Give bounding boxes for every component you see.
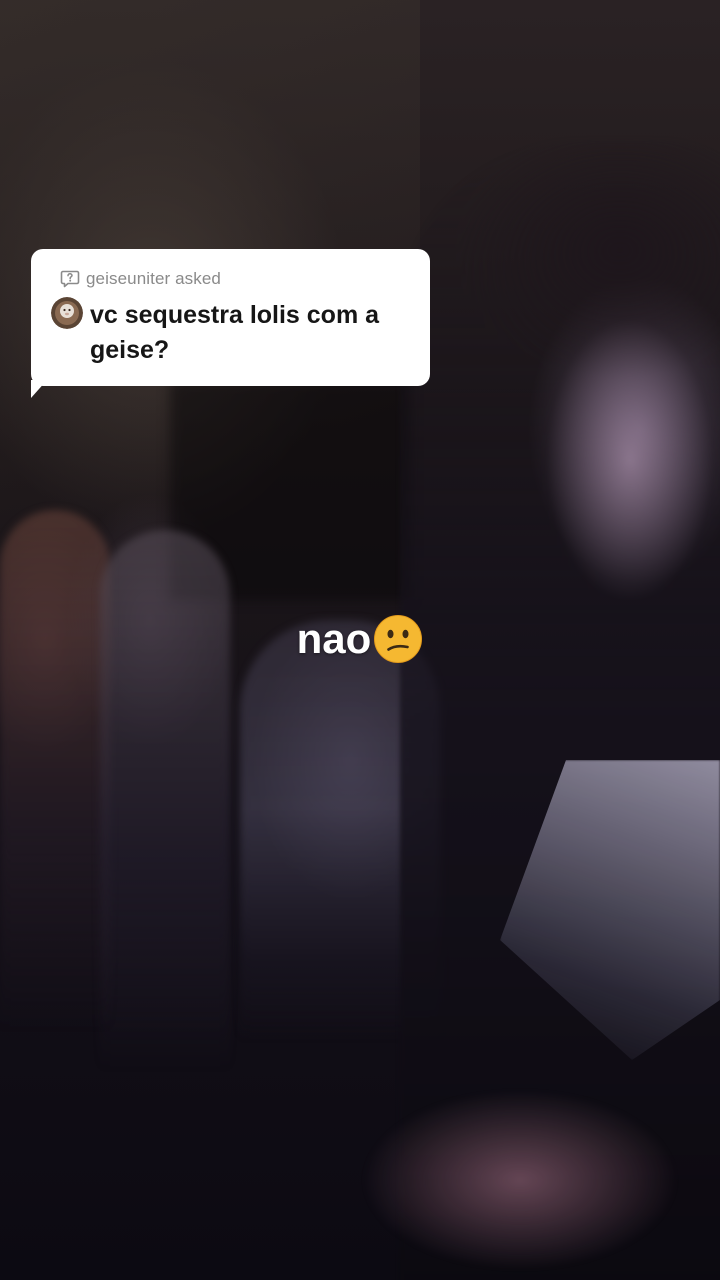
question-text: vc sequestra lolis com a geise? [90,301,380,364]
background-person [0,510,110,1030]
question-bubble-icon [60,269,80,289]
caption-text: nao [296,615,372,662]
asker-avatar[interactable] [51,297,83,329]
question-sticker-tail [31,380,47,398]
background-person [100,530,230,1070]
asker-label: geiseuniter asked [86,269,221,288]
caption: nao [0,614,720,664]
video-stage[interactable]: geiseuniter asked vc sequestra lolis com… [0,0,720,1280]
confused-face-emoji-icon [373,614,423,664]
asker-row: geiseuniter asked [60,266,221,292]
